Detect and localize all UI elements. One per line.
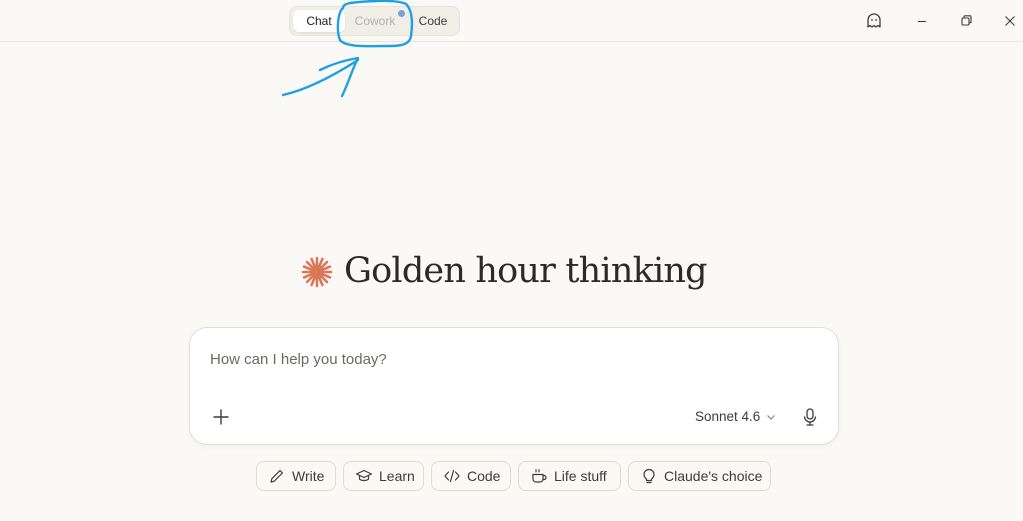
mode-switcher: Chat Cowork Code [289,6,460,36]
model-name: Sonnet 4.6 [695,409,761,424]
pencil-icon [270,470,283,483]
tab-code[interactable]: Code [408,10,458,32]
minimize-icon[interactable] [911,10,933,32]
chip-code[interactable]: Code [431,461,511,491]
microphone-icon [803,408,817,426]
add-attachment-button[interactable] [210,406,232,428]
annotation-arrow-head [318,56,360,98]
ghost-icon[interactable] [863,10,885,32]
message-input[interactable] [210,348,810,370]
chip-label: Life stuff [554,468,607,484]
voice-input-button[interactable] [800,406,820,428]
title-bar: Chat Cowork Code [0,0,1023,42]
chip-label: Learn [379,468,415,484]
headline-text: Golden hour thinking [344,251,708,291]
coffee-cup-icon [532,468,547,483]
annotation-arrow-shaft [281,58,360,97]
hero-heading: Golden hour thinking [300,246,708,296]
chip-label: Claude's choice [664,468,763,484]
claude-spark-icon [301,256,333,288]
tab-chat[interactable]: Chat [293,10,345,32]
tab-cowork[interactable]: Cowork [347,10,403,32]
chevron-down-icon [767,415,776,420]
chip-label: Code [467,468,501,484]
plus-icon [213,409,229,425]
graduation-cap-icon [355,469,373,482]
lightbulb-icon [643,468,655,484]
code-icon [444,469,460,483]
chip-claudes-choice[interactable]: Claude's choice [628,461,771,491]
close-icon[interactable] [999,10,1021,32]
model-selector[interactable]: Sonnet 4.6 [695,407,776,427]
cowork-status-dot [398,10,405,17]
chip-write[interactable]: Write [256,461,336,491]
chip-label: Write [292,468,325,484]
message-composer: Sonnet 4.6 [189,327,839,445]
restore-icon[interactable] [955,10,977,32]
chip-life-stuff[interactable]: Life stuff [518,461,621,491]
chip-learn[interactable]: Learn [343,461,424,491]
